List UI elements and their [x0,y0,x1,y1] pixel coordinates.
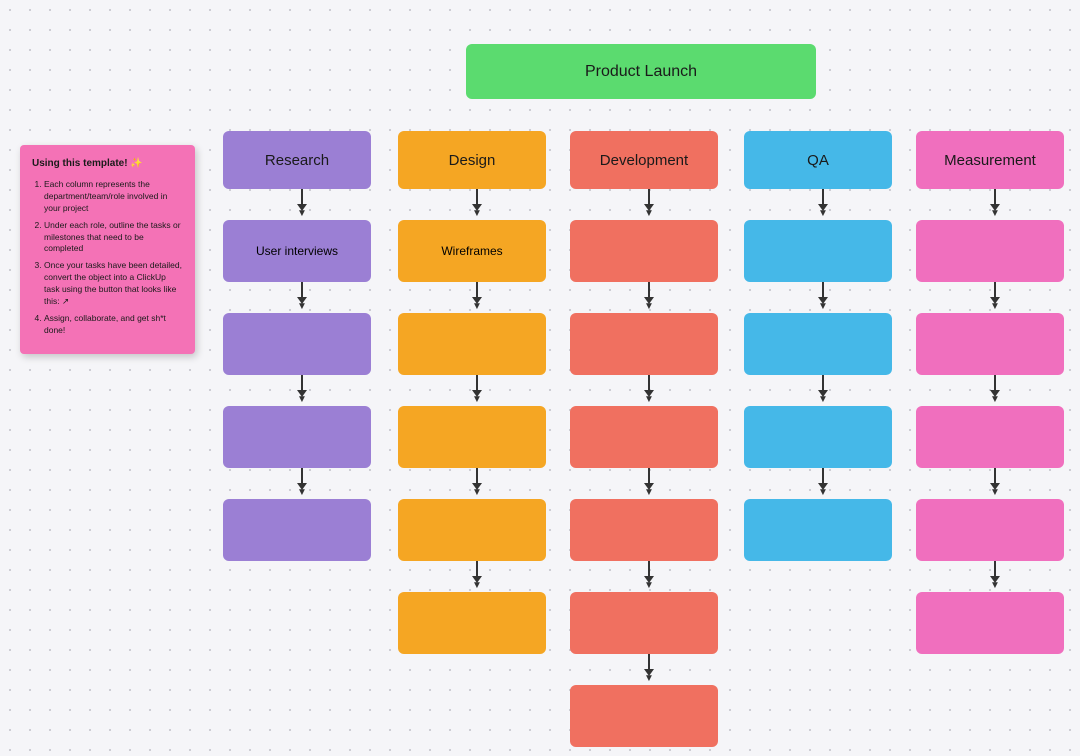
dev-task-5[interactable] [570,592,718,654]
arrow-measure-2 [989,282,1001,312]
research-task-1[interactable]: User interviews [223,220,371,282]
arrow-dev-5 [643,561,655,591]
dev-task-3[interactable] [570,406,718,468]
col-qa-label: QA [807,152,829,169]
col-header-development[interactable]: Development [570,131,718,189]
product-launch-label: Product Launch [585,63,697,81]
sticky-note-title: Using this template! ✨ [32,157,183,171]
arrow-research-1 [296,189,308,219]
sticky-note: Using this template! ✨ Each column repre… [20,145,195,354]
design-task-1[interactable]: Wireframes [398,220,546,282]
col-measurement-label: Measurement [944,152,1036,169]
measure-task-1[interactable] [916,220,1064,282]
arrow-dev-6 [643,654,655,684]
measure-task-3[interactable] [916,406,1064,468]
measure-task-5[interactable] [916,592,1064,654]
sticky-note-list: Each column represents the department/te… [32,179,183,337]
qa-task-1[interactable] [744,220,892,282]
col-header-qa[interactable]: QA [744,131,892,189]
measure-task-2[interactable] [916,313,1064,375]
dev-task-6[interactable] [570,685,718,747]
arrow-research-2 [296,282,308,312]
dev-task-1[interactable] [570,220,718,282]
dev-task-2[interactable] [570,313,718,375]
arrow-qa-2 [817,282,829,312]
arrow-design-2 [471,282,483,312]
dev-task-4[interactable] [570,499,718,561]
col-research-label: Research [265,152,329,169]
arrow-dev-1 [643,189,655,219]
arrow-dev-2 [643,282,655,312]
qa-task-3[interactable] [744,406,892,468]
design-task-5[interactable] [398,592,546,654]
arrow-measure-1 [989,189,1001,219]
research-task-2[interactable] [223,313,371,375]
design-task-4[interactable] [398,499,546,561]
arrow-design-4 [471,468,483,498]
research-task-1-label: User interviews [223,220,371,282]
sticky-note-item-3: Once your tasks have been detailed, conv… [44,260,183,308]
arrow-measure-4 [989,468,1001,498]
col-header-research[interactable]: Research [223,131,371,189]
arrow-research-4 [296,468,308,498]
sticky-note-item-2: Under each role, outline the tasks or mi… [44,220,183,256]
col-development-label: Development [600,152,688,169]
arrow-design-3 [471,375,483,405]
arrow-qa-4 [817,468,829,498]
design-task-1-label: Wireframes [398,220,546,282]
design-task-2[interactable] [398,313,546,375]
arrow-measure-5 [989,561,1001,591]
canvas: { "productLaunch": { "label": "Product L… [0,0,1080,756]
product-launch-box[interactable]: Product Launch [466,44,816,99]
arrow-design-5 [471,561,483,591]
arrow-design-1 [471,189,483,219]
qa-task-2[interactable] [744,313,892,375]
sticky-note-item-4: Assign, collaborate, and get sh*t done! [44,313,183,337]
design-task-3[interactable] [398,406,546,468]
arrow-qa-3 [817,375,829,405]
col-header-measurement[interactable]: Measurement [916,131,1064,189]
col-header-design[interactable]: Design [398,131,546,189]
measure-task-4[interactable] [916,499,1064,561]
arrow-qa-1 [817,189,829,219]
arrow-dev-4 [643,468,655,498]
arrow-measure-3 [989,375,1001,405]
research-task-4[interactable] [223,499,371,561]
qa-task-4[interactable] [744,499,892,561]
col-design-label: Design [449,152,496,169]
sticky-note-item-1: Each column represents the department/te… [44,179,183,215]
research-task-3[interactable] [223,406,371,468]
arrow-research-3 [296,375,308,405]
arrow-dev-3 [643,375,655,405]
